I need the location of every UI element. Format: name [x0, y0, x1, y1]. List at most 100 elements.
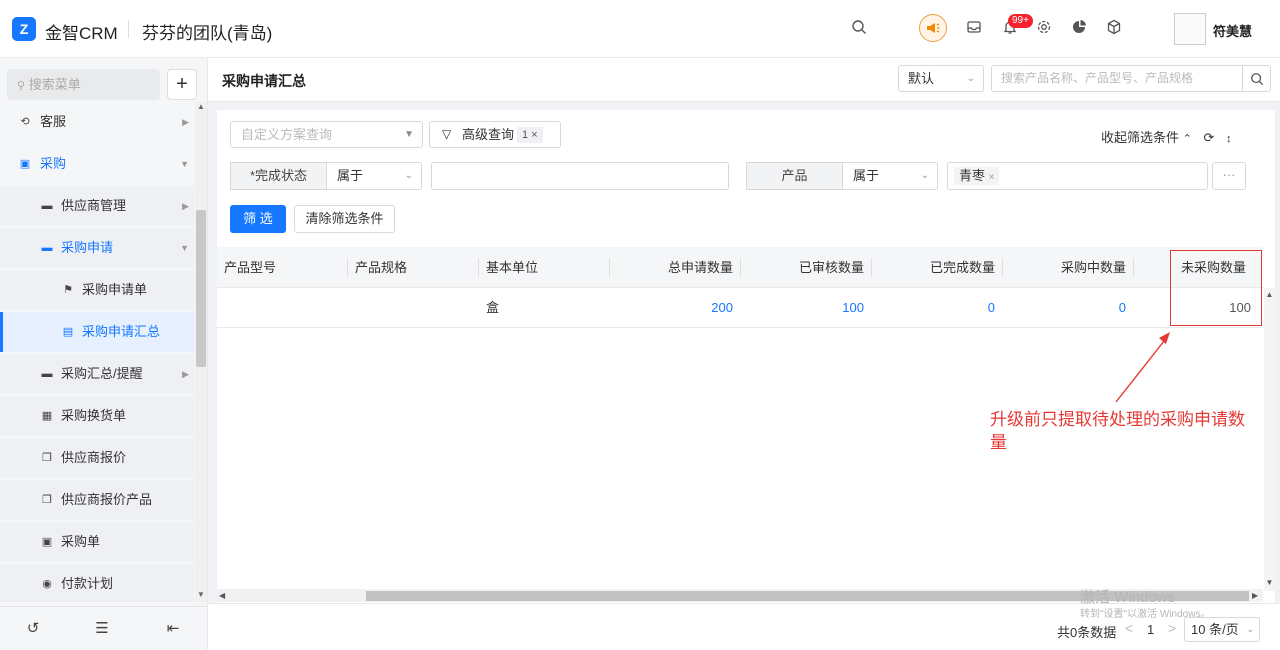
scroll-down-icon[interactable]: ▼ [195, 590, 207, 599]
filter-icon: ▽ [442, 127, 452, 141]
table-row[interactable]: 盒 200 100 0 0 100 [217, 288, 1263, 328]
sidebar-footer: ↺ ☰ ⇤ [0, 606, 207, 650]
scroll-right-icon[interactable]: ▶ [1252, 589, 1258, 602]
page-title: 采购申请汇总 [222, 73, 306, 89]
sidebar-item-purchase-exchange[interactable]: ▦ 采购换货单 [0, 396, 194, 436]
page-title-bar: 采购申请汇总 默认 ⌄ 搜索产品名称、产品型号、产品规格 [208, 58, 1280, 102]
column-header[interactable]: 产品规格 [355, 247, 479, 288]
filter-field-completion-status: *完成状态 [230, 162, 327, 190]
prev-page-button[interactable]: < [1125, 620, 1133, 636]
sidebar-item-supplier-quote-product[interactable]: ❐ 供应商报价产品 [0, 480, 194, 520]
search-icon[interactable] [849, 19, 869, 39]
column-header[interactable]: 已完成数量 [879, 247, 1003, 288]
filter-operator-select[interactable]: 属于 ⌄ [326, 162, 422, 190]
column-header[interactable]: 采购中数量 [1010, 247, 1134, 288]
cell-approved[interactable]: 100 [748, 288, 872, 328]
sidebar-item-purchase-summary[interactable]: ▬ 采购汇总/提醒 ▶ [0, 354, 194, 394]
chevron-right-icon: ▶ [182, 369, 189, 379]
team-name[interactable]: 芬芬的团队(青岛) [142, 19, 272, 44]
menu-search-placeholder: 搜索菜单 [28, 77, 81, 92]
sidebar-item-purchase-request-summary[interactable]: ▤ 采购申请汇总 [0, 312, 194, 352]
announcement-icon[interactable] [919, 14, 947, 42]
avatar[interactable] [1174, 13, 1206, 45]
table-vertical-scrollbar[interactable]: ▲ ▼ [1264, 288, 1275, 591]
chevron-up-icon: ⌃ [1182, 133, 1192, 145]
advanced-search-button[interactable]: ▽ 高级查询 1 × [429, 121, 561, 148]
column-header[interactable]: 已审核数量 [748, 247, 872, 288]
clear-filters-button[interactable]: 清除筛选条件 [294, 205, 395, 233]
sidebar: ⚲ 搜索菜单 + ⟲ 客服 ▶ ▣ 采购 ▼ ▬ 供应商管理 ▶ ▬ 采购申请 … [0, 58, 208, 650]
sort-icon[interactable]: ↕ [1226, 133, 1232, 145]
product-search-input[interactable]: 搜索产品名称、产品型号、产品规格 [991, 65, 1243, 92]
chevron-down-icon: ⌄ [920, 170, 929, 181]
scroll-left-icon[interactable]: ◀ [219, 589, 225, 602]
chevron-right-icon: ▶ [182, 117, 189, 127]
filter-operator-select[interactable]: 属于 ⌄ [842, 162, 938, 190]
bag-icon: ▣ [41, 536, 53, 548]
sidebar-item-purchase[interactable]: ▣ 采购 ▼ [0, 144, 194, 184]
highlight-box [1170, 250, 1262, 326]
column-header[interactable]: 总申请数量 [617, 247, 741, 288]
close-icon[interactable]: × [531, 129, 537, 141]
chevron-down-icon: ▼ [180, 159, 189, 169]
sidebar-item-customer-service[interactable]: ⟲ 客服 ▶ [0, 102, 194, 142]
view-select[interactable]: 默认 ⌄ [898, 65, 984, 92]
annotation-text: 升级前只提取待处理的采购申请数量 [990, 410, 1245, 452]
sidebar-scroll-thumb[interactable] [196, 210, 206, 367]
pagination-bar: 激活 Windows 转到"设置"以激活 Windows。 共0条数据 < 1 … [208, 589, 1280, 650]
circle-icon: ◉ [42, 578, 52, 590]
completion-status-value-input[interactable] [431, 162, 729, 190]
chevron-down-icon: ▼ [180, 243, 189, 253]
sidebar-item-purchase-order[interactable]: ▣ 采购单 [0, 522, 194, 562]
inbox-icon[interactable] [964, 19, 984, 39]
sidebar-item-purchase-request-form[interactable]: ⚑ 采购申请单 [0, 270, 194, 310]
page-size-select[interactable]: 10 条/页 ⌄ [1184, 617, 1260, 642]
box-icon: ▦ [41, 410, 53, 422]
chevron-down-icon: ⌄ [966, 73, 975, 84]
notification-badge: 99+ [1008, 14, 1033, 28]
cell-purchasing[interactable]: 0 [1010, 288, 1134, 328]
folder-icon: ▬ [41, 242, 53, 254]
scroll-down-icon[interactable]: ▼ [1264, 578, 1275, 587]
search-button[interactable] [1242, 65, 1271, 92]
sidebar-item-supplier-management[interactable]: ▬ 供应商管理 ▶ [0, 186, 194, 226]
cube-icon[interactable] [1104, 19, 1124, 39]
user-name[interactable]: 符美慧 [1213, 21, 1252, 40]
pie-chart-icon[interactable] [1069, 19, 1089, 39]
next-page-button[interactable]: > [1168, 620, 1176, 636]
scroll-up-icon[interactable]: ▲ [1264, 290, 1275, 299]
refresh-icon[interactable]: ⟳ [1203, 130, 1214, 145]
sidebar-item-supplier-quote[interactable]: ❐ 供应商报价 [0, 438, 194, 478]
chevron-down-icon: ⌄ [404, 170, 413, 181]
scheme-select[interactable]: 自定义方案查询 ▼ [230, 121, 423, 148]
add-menu-button[interactable]: + [167, 69, 197, 100]
gear-icon[interactable] [1034, 19, 1054, 39]
current-page[interactable]: 1 [1147, 622, 1154, 637]
table-header: 产品型号 产品规格 基本单位 总申请数量 已审核数量 已完成数量 采购中数量 未… [217, 247, 1263, 288]
sidebar-item-purchase-request[interactable]: ▬ 采购申请 ▼ [0, 228, 194, 268]
column-header[interactable]: 产品型号 [224, 247, 348, 288]
sliders-icon[interactable]: ☰ [92, 619, 112, 637]
sidebar-item-payment-plan[interactable]: ◉ 付款计划 [0, 564, 194, 602]
brand-name: 金智CRM [45, 24, 118, 43]
chevron-right-icon: ▶ [182, 201, 189, 211]
close-icon[interactable]: × [989, 172, 995, 183]
menu-search-input[interactable]: ⚲ 搜索菜单 [7, 69, 160, 100]
collapse-filters-button[interactable]: 收起筛选条件 ⌃ ⟳ ↕ [1101, 127, 1232, 146]
sidebar-scrollbar[interactable]: ▲ ▼ [195, 102, 207, 602]
search-icon: ⚲ [17, 80, 26, 92]
annotation-arrow [1115, 332, 1170, 403]
column-header[interactable]: 基本单位 [486, 247, 610, 288]
filter-button[interactable]: 筛 选 [230, 205, 286, 233]
history-icon[interactable]: ↺ [23, 619, 43, 637]
filter-field-product: 产品 [746, 162, 843, 190]
cell-total-requested[interactable]: 200 [617, 288, 741, 328]
cell-model [224, 288, 348, 328]
cell-completed[interactable]: 0 [879, 288, 1003, 328]
chevron-down-icon: ⌄ [1246, 624, 1254, 634]
sidebar-menu: ⟲ 客服 ▶ ▣ 采购 ▼ ▬ 供应商管理 ▶ ▬ 采购申请 ▼ ⚑ 采购申请单… [0, 102, 194, 602]
product-value-input[interactable]: 青枣 × [947, 162, 1208, 190]
collapse-menu-icon[interactable]: ⇤ [163, 619, 183, 637]
more-options-button[interactable]: ··· [1212, 162, 1246, 190]
scroll-up-icon[interactable]: ▲ [195, 102, 207, 111]
